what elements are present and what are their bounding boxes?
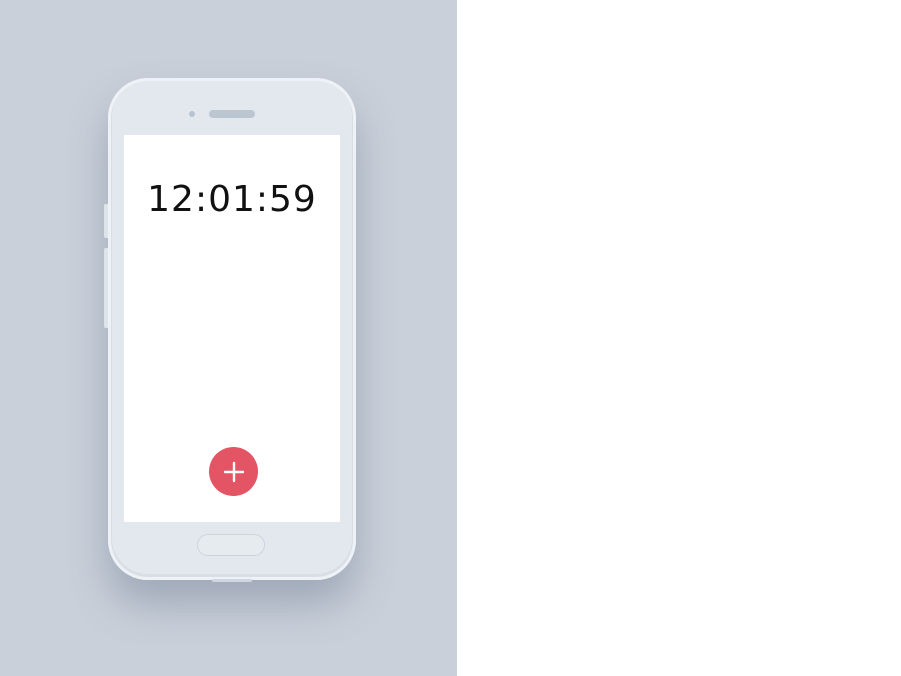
volume-down-button	[104, 248, 108, 328]
clock-display: 12:01:59	[147, 179, 317, 220]
phone-mockup: 12:01:59	[104, 78, 356, 582]
add-button[interactable]	[209, 447, 258, 496]
background-panel: 12:01:59	[0, 0, 457, 676]
earpiece-speaker	[209, 110, 255, 118]
home-button[interactable]	[197, 534, 265, 556]
plus-icon	[223, 461, 244, 482]
bottom-port	[212, 579, 252, 582]
phone-screen: 12:01:59	[124, 135, 340, 522]
front-camera	[189, 111, 195, 117]
volume-up-button	[104, 204, 108, 238]
